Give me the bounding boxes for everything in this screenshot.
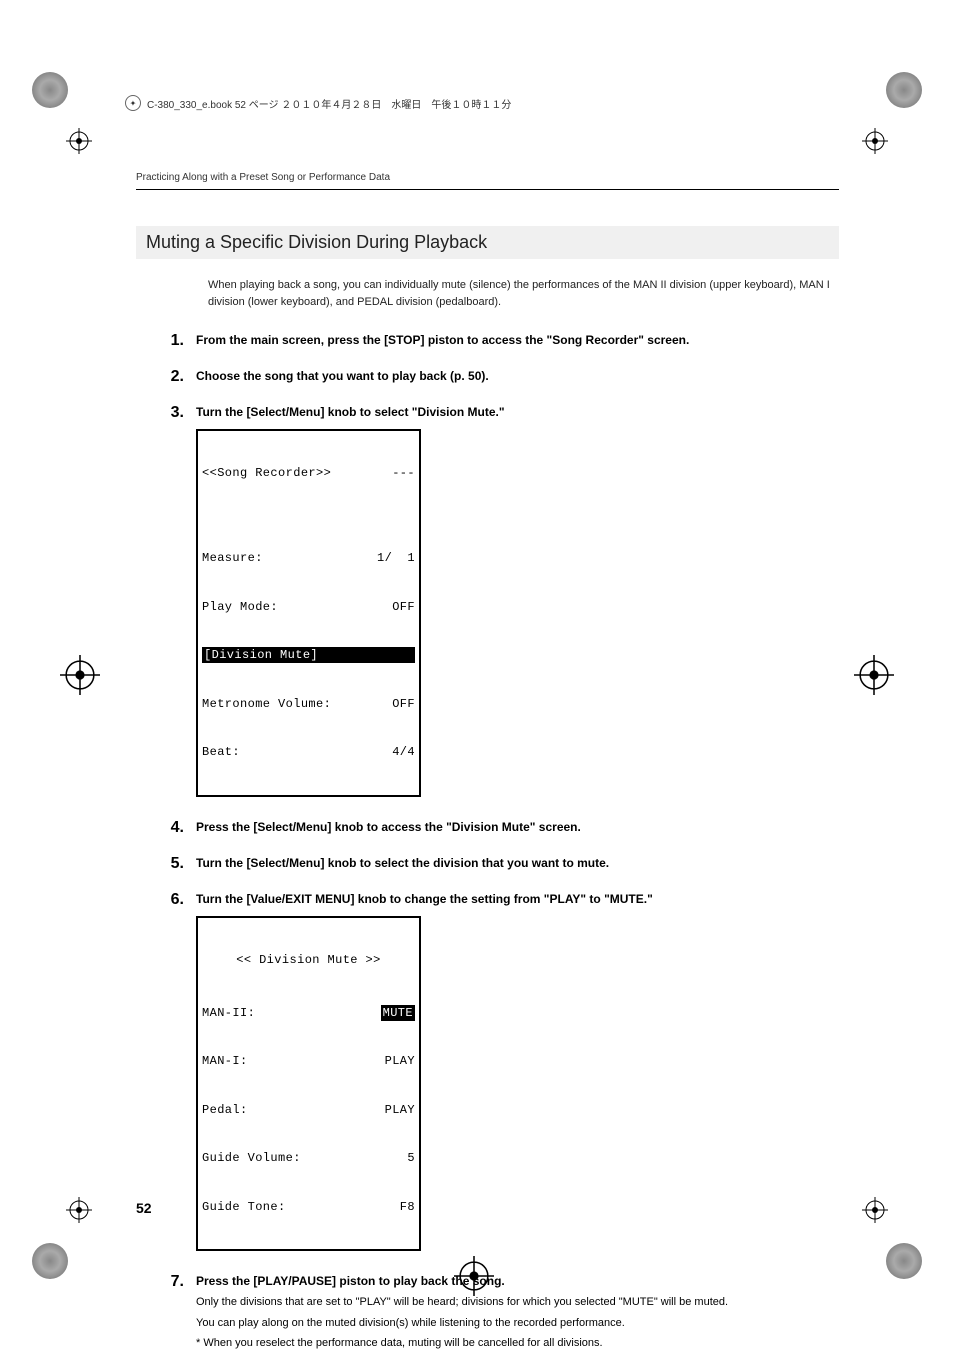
running-header: Practicing Along with a Preset Song or P… — [136, 172, 839, 183]
step-number: 1. — [136, 332, 196, 350]
step-number: 5. — [136, 855, 196, 873]
step-title: Press the [Select/Menu] knob to access t… — [196, 819, 839, 836]
lcd-label: MAN-I: — [202, 1053, 248, 1069]
lcd-label: Metronome Volume: — [202, 696, 331, 712]
registration-mark-icon — [60, 655, 100, 695]
lcd-selected-row: [Division Mute] — [202, 647, 415, 663]
lcd-title-right: --- — [392, 465, 415, 481]
step-number: 3. — [136, 404, 196, 801]
page-content: Practicing Along with a Preset Song or P… — [136, 172, 839, 1216]
step-number: 7. — [136, 1273, 196, 1351]
registration-mark-icon — [862, 128, 888, 154]
step-number: 2. — [136, 368, 196, 386]
step-3: 3. Turn the [Select/Menu] knob to select… — [136, 404, 839, 801]
step-title: Turn the [Select/Menu] knob to select th… — [196, 855, 839, 872]
lcd-label: MAN-II: — [202, 1005, 255, 1021]
lcd-label: Measure: — [202, 550, 263, 566]
lcd-title: <<Song Recorder>> — [202, 465, 331, 481]
step-4: 4. Press the [Select/Menu] knob to acces… — [136, 819, 839, 837]
lcd-value: PLAY — [385, 1053, 415, 1069]
step-6: 6. Turn the [Value/EXIT MENU] knob to ch… — [136, 891, 839, 1256]
lcd-label: Guide Volume: — [202, 1150, 301, 1166]
header-rule — [136, 189, 839, 190]
lcd-label: Pedal: — [202, 1102, 248, 1118]
lcd-label: Guide Tone: — [202, 1199, 286, 1215]
lcd-value: 4/4 — [392, 744, 415, 760]
step-title: Turn the [Value/EXIT MENU] knob to chang… — [196, 891, 839, 908]
lcd-value: F8 — [400, 1199, 415, 1215]
lcd-value: OFF — [392, 696, 415, 712]
lcd-value: 5 — [407, 1150, 415, 1166]
page-build-info: ✦ C-380_330_e.book 52 ページ ２０１０年４月２８日 水曜日… — [125, 95, 511, 111]
clock-icon: ✦ — [125, 95, 141, 111]
step-5: 5. Turn the [Select/Menu] knob to select… — [136, 855, 839, 873]
registration-mark-icon — [66, 1197, 92, 1223]
print-corner-mark — [32, 72, 68, 108]
page-number: 52 — [136, 1200, 152, 1216]
registration-mark-icon — [854, 655, 894, 695]
print-corner-mark — [886, 72, 922, 108]
lcd-screenshot-song-recorder: <<Song Recorder>> --- Measure: 1/ 1 Play M… — [196, 429, 421, 797]
registration-mark-icon — [66, 128, 92, 154]
lcd-screenshot-division-mute: << Division Mute >> MAN-II: MUTE MAN-I: PL… — [196, 916, 421, 1252]
step-description: Only the divisions that are set to "PLAY… — [196, 1294, 839, 1311]
step-title: From the main screen, press the [STOP] p… — [196, 332, 839, 349]
step-note: * When you reselect the performance data… — [196, 1335, 839, 1352]
step-1: 1. From the main screen, press the [STOP… — [136, 332, 839, 350]
lcd-value: PLAY — [385, 1102, 415, 1118]
step-number: 4. — [136, 819, 196, 837]
lcd-selected-value: MUTE — [381, 1005, 415, 1021]
step-title: Turn the [Select/Menu] knob to select "D… — [196, 404, 839, 421]
step-title: Choose the song that you want to play ba… — [196, 368, 839, 385]
lcd-value: 1/ 1 — [377, 550, 415, 566]
print-corner-mark — [32, 1243, 68, 1279]
intro-paragraph: When playing back a song, you can indivi… — [208, 277, 839, 310]
registration-mark-icon — [862, 1197, 888, 1223]
lcd-title: << Division Mute >> — [202, 952, 415, 972]
step-7: 7. Press the [PLAY/PAUSE] piston to play… — [136, 1273, 839, 1351]
lcd-label: Play Mode: — [202, 599, 278, 615]
lcd-value: OFF — [392, 599, 415, 615]
file-info-text: C-380_330_e.book 52 ページ ２０１０年４月２８日 水曜日 午… — [147, 96, 511, 111]
print-corner-mark — [886, 1243, 922, 1279]
step-2: 2. Choose the song that you want to play… — [136, 368, 839, 386]
step-description: You can play along on the muted division… — [196, 1315, 839, 1332]
lcd-label: Beat: — [202, 744, 240, 760]
section-title: Muting a Specific Division During Playba… — [136, 226, 839, 259]
step-title: Press the [PLAY/PAUSE] piston to play ba… — [196, 1273, 839, 1290]
